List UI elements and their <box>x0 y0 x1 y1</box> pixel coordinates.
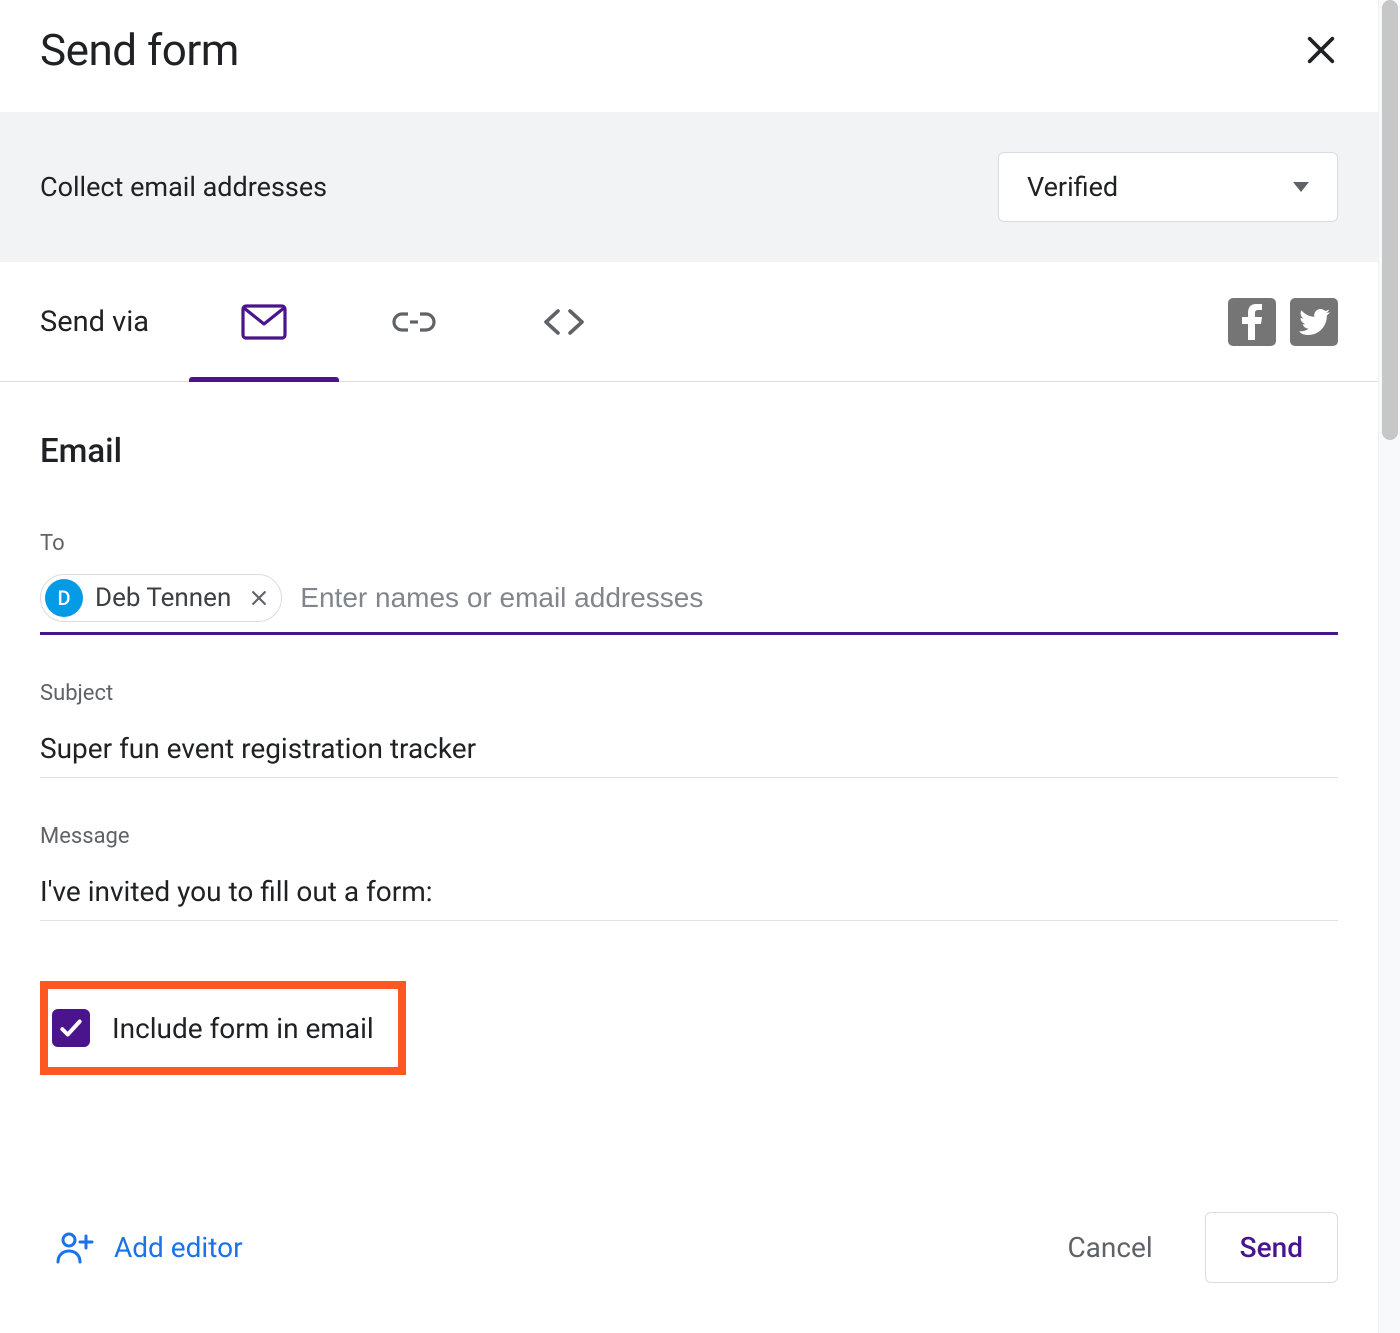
add-editor-label: Add editor <box>114 1231 243 1264</box>
dialog-footer: Add editor Cancel Send <box>0 1182 1378 1333</box>
dialog-title: Send form <box>40 24 239 76</box>
twitter-icon <box>1298 309 1330 335</box>
message-field-group: Message <box>40 824 1338 921</box>
tab-embed[interactable] <box>489 262 639 381</box>
subject-input[interactable] <box>40 724 1338 778</box>
collect-emails-dropdown[interactable]: Verified <box>998 152 1338 222</box>
mail-icon <box>241 304 287 340</box>
email-form-body: Email To D Deb Tennen Subject <box>0 382 1378 1182</box>
send-via-label: Send via <box>40 305 149 339</box>
message-input[interactable] <box>40 867 1338 921</box>
scrollbar-track[interactable] <box>1378 0 1400 1333</box>
to-input[interactable] <box>300 574 1338 622</box>
facebook-icon <box>1242 304 1262 340</box>
check-icon <box>58 1015 84 1041</box>
twitter-share-button[interactable] <box>1290 298 1338 346</box>
tab-link[interactable] <box>339 262 489 381</box>
send-via-tabs-row: Send via <box>0 262 1378 382</box>
social-share-group <box>1228 298 1338 346</box>
send-via-tabs <box>189 262 639 381</box>
subject-field-group: Subject <box>40 681 1338 778</box>
facebook-share-button[interactable] <box>1228 298 1276 346</box>
email-section-title: Email <box>40 432 1338 471</box>
link-icon <box>390 310 438 334</box>
send-form-dialog: Send form Collect email addresses Verifi… <box>0 0 1378 1333</box>
tab-email[interactable] <box>189 262 339 381</box>
avatar: D <box>45 579 83 617</box>
embed-code-icon <box>540 307 588 337</box>
active-tab-underline <box>189 377 339 382</box>
chevron-down-icon <box>1293 182 1309 192</box>
include-form-label: Include form in email <box>112 1012 374 1045</box>
to-input-row[interactable]: D Deb Tennen <box>40 574 1338 635</box>
collect-emails-bar: Collect email addresses Verified <box>0 112 1378 262</box>
message-label: Message <box>40 824 1338 849</box>
dropdown-selected-value: Verified <box>1027 171 1118 203</box>
send-button[interactable]: Send <box>1205 1212 1338 1283</box>
include-form-checkbox[interactable] <box>52 1009 90 1047</box>
dialog-header: Send form <box>0 0 1378 112</box>
add-editor-button[interactable]: Add editor <box>40 1219 259 1276</box>
recipient-name: Deb Tennen <box>95 583 231 613</box>
collect-emails-label: Collect email addresses <box>40 171 327 203</box>
subject-label: Subject <box>40 681 1338 706</box>
to-label: To <box>40 531 1338 556</box>
to-field-group: To D Deb Tennen <box>40 531 1338 635</box>
cancel-button[interactable]: Cancel <box>1045 1213 1174 1282</box>
recipient-chip[interactable]: D Deb Tennen <box>40 574 282 622</box>
include-form-highlight: Include form in email <box>40 981 406 1075</box>
person-add-icon <box>56 1232 96 1264</box>
close-icon[interactable] <box>1304 33 1338 67</box>
scrollbar-thumb[interactable] <box>1382 0 1398 440</box>
remove-recipient-icon[interactable] <box>249 588 269 608</box>
